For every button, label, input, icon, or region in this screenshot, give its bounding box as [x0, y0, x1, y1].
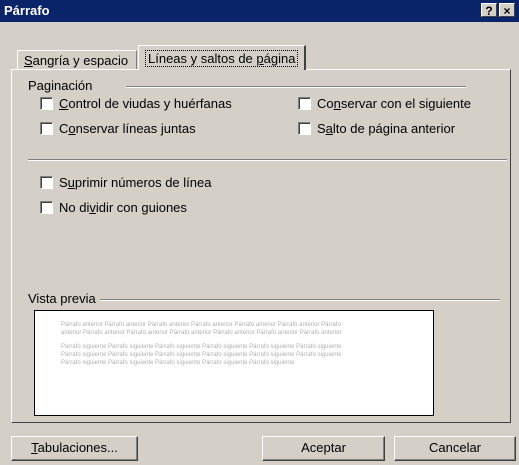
title-bar: Párrafo ? ×: [0, 0, 519, 22]
tab-accel: S: [24, 53, 33, 68]
preview-label: Vista previa: [28, 291, 100, 306]
tab-focus-label: Líneas y saltos de página: [145, 50, 299, 67]
checkbox-box[interactable]: [298, 96, 311, 110]
preview-line-before: Párrafo anterior Párrafo anterior Párraf…: [61, 322, 341, 328]
widow-orphan-checkbox[interactable]: Control de viudas y huérfanas: [40, 95, 232, 111]
section-separator: [28, 159, 507, 161]
ok-button[interactable]: Aceptar: [262, 436, 385, 461]
keep-with-next-checkbox[interactable]: Co n servar con el siguiente: [298, 95, 471, 111]
pagination-label: Paginación: [28, 78, 97, 93]
keep-lines-together-checkbox[interactable]: Co nservar líneas juntas: [40, 120, 196, 136]
checkbox-box[interactable]: [40, 121, 53, 135]
page-break-before-checkbox[interactable]: Sa lto de página anterior: [298, 120, 455, 136]
tab-indents-spacing[interactable]: Sangría y espacio: [17, 50, 137, 70]
pagination-divider: [126, 86, 466, 88]
preview-box: Párrafo anterior Párrafo anterior Párraf…: [34, 310, 434, 416]
tab-line-page-breaks[interactable]: Líneas y saltos de página: [138, 45, 306, 70]
checkbox-box[interactable]: [40, 175, 53, 189]
dont-hyphenate-checkbox[interactable]: No di v idir con guiones: [40, 199, 187, 215]
help-button[interactable]: ?: [481, 3, 497, 18]
preview-line-after: Párrafo siguiente Párrafo siguiente Párr…: [61, 360, 295, 366]
cancel-button[interactable]: Cancelar: [394, 436, 516, 461]
checkbox-box[interactable]: [40, 96, 53, 110]
close-button[interactable]: ×: [499, 3, 515, 18]
preview-line-after: Párrafo siguiente Párrafo siguiente Párr…: [61, 344, 342, 350]
checkbox-box[interactable]: [298, 121, 311, 135]
preview-line-after: Párrafo siguiente Párrafo siguiente Párr…: [61, 352, 342, 358]
preview-line-before: anterior Párrafo anterior Párrafo anteri…: [61, 330, 342, 336]
checkbox-box[interactable]: [40, 200, 53, 214]
window-title: Párrafo: [4, 3, 50, 18]
preview-divider: [100, 299, 500, 301]
tabs-button[interactable]: Tabulaciones...: [11, 436, 138, 461]
suppress-line-numbers-checkbox[interactable]: Su primir números de línea: [40, 174, 211, 190]
